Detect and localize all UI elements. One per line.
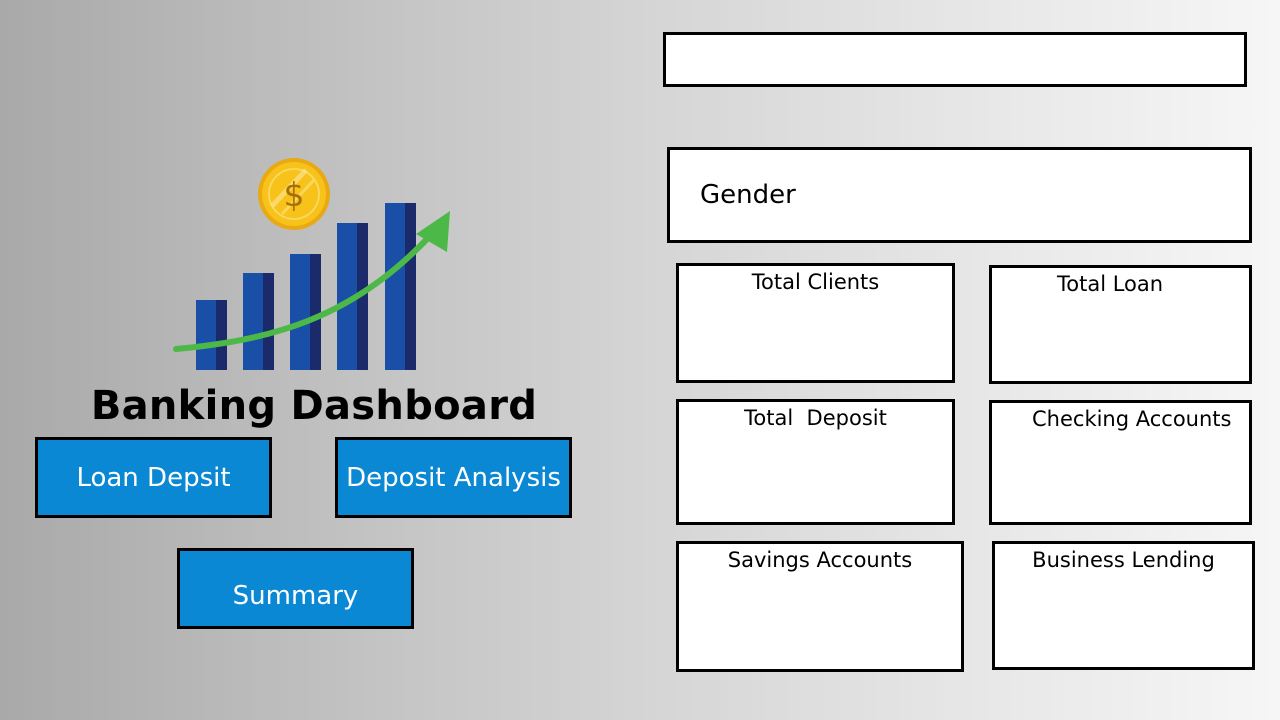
summary-button[interactable]: Summary	[177, 548, 414, 629]
svg-text:$: $	[284, 175, 305, 214]
growth-chart-logo: $	[173, 158, 450, 370]
total-deposit-label: Total Deposit	[744, 406, 887, 430]
checking-accounts-card: Checking Accounts	[989, 400, 1252, 525]
total-loan-card: Total Loan	[989, 265, 1252, 384]
total-clients-card: Total Clients	[676, 263, 955, 383]
gender-filter-panel[interactable]: Gender	[667, 147, 1252, 243]
checking-accounts-label: Checking Accounts	[1032, 407, 1232, 431]
deposit-analysis-button-label: Deposit Analysis	[346, 462, 561, 493]
gender-filter-label: Gender	[700, 180, 796, 210]
business-lending-card: Business Lending	[992, 541, 1255, 670]
top-filter-bar[interactable]	[663, 32, 1247, 87]
total-loan-label: Total Loan	[1057, 272, 1164, 296]
business-lending-label: Business Lending	[1032, 548, 1215, 572]
loan-deposit-button[interactable]: Loan Depsit	[35, 437, 272, 518]
savings-accounts-label: Savings Accounts	[727, 548, 913, 572]
summary-button-label: Summary	[232, 580, 359, 611]
loan-deposit-button-label: Loan Depsit	[76, 462, 231, 493]
dashboard-title: Banking Dashboard	[90, 383, 538, 429]
total-deposit-card: Total Deposit	[676, 399, 955, 525]
total-clients-label: Total Clients	[751, 270, 880, 294]
deposit-analysis-button[interactable]: Deposit Analysis	[335, 437, 572, 518]
dollar-coin-icon: $	[258, 158, 330, 230]
savings-accounts-card: Savings Accounts	[676, 541, 964, 672]
